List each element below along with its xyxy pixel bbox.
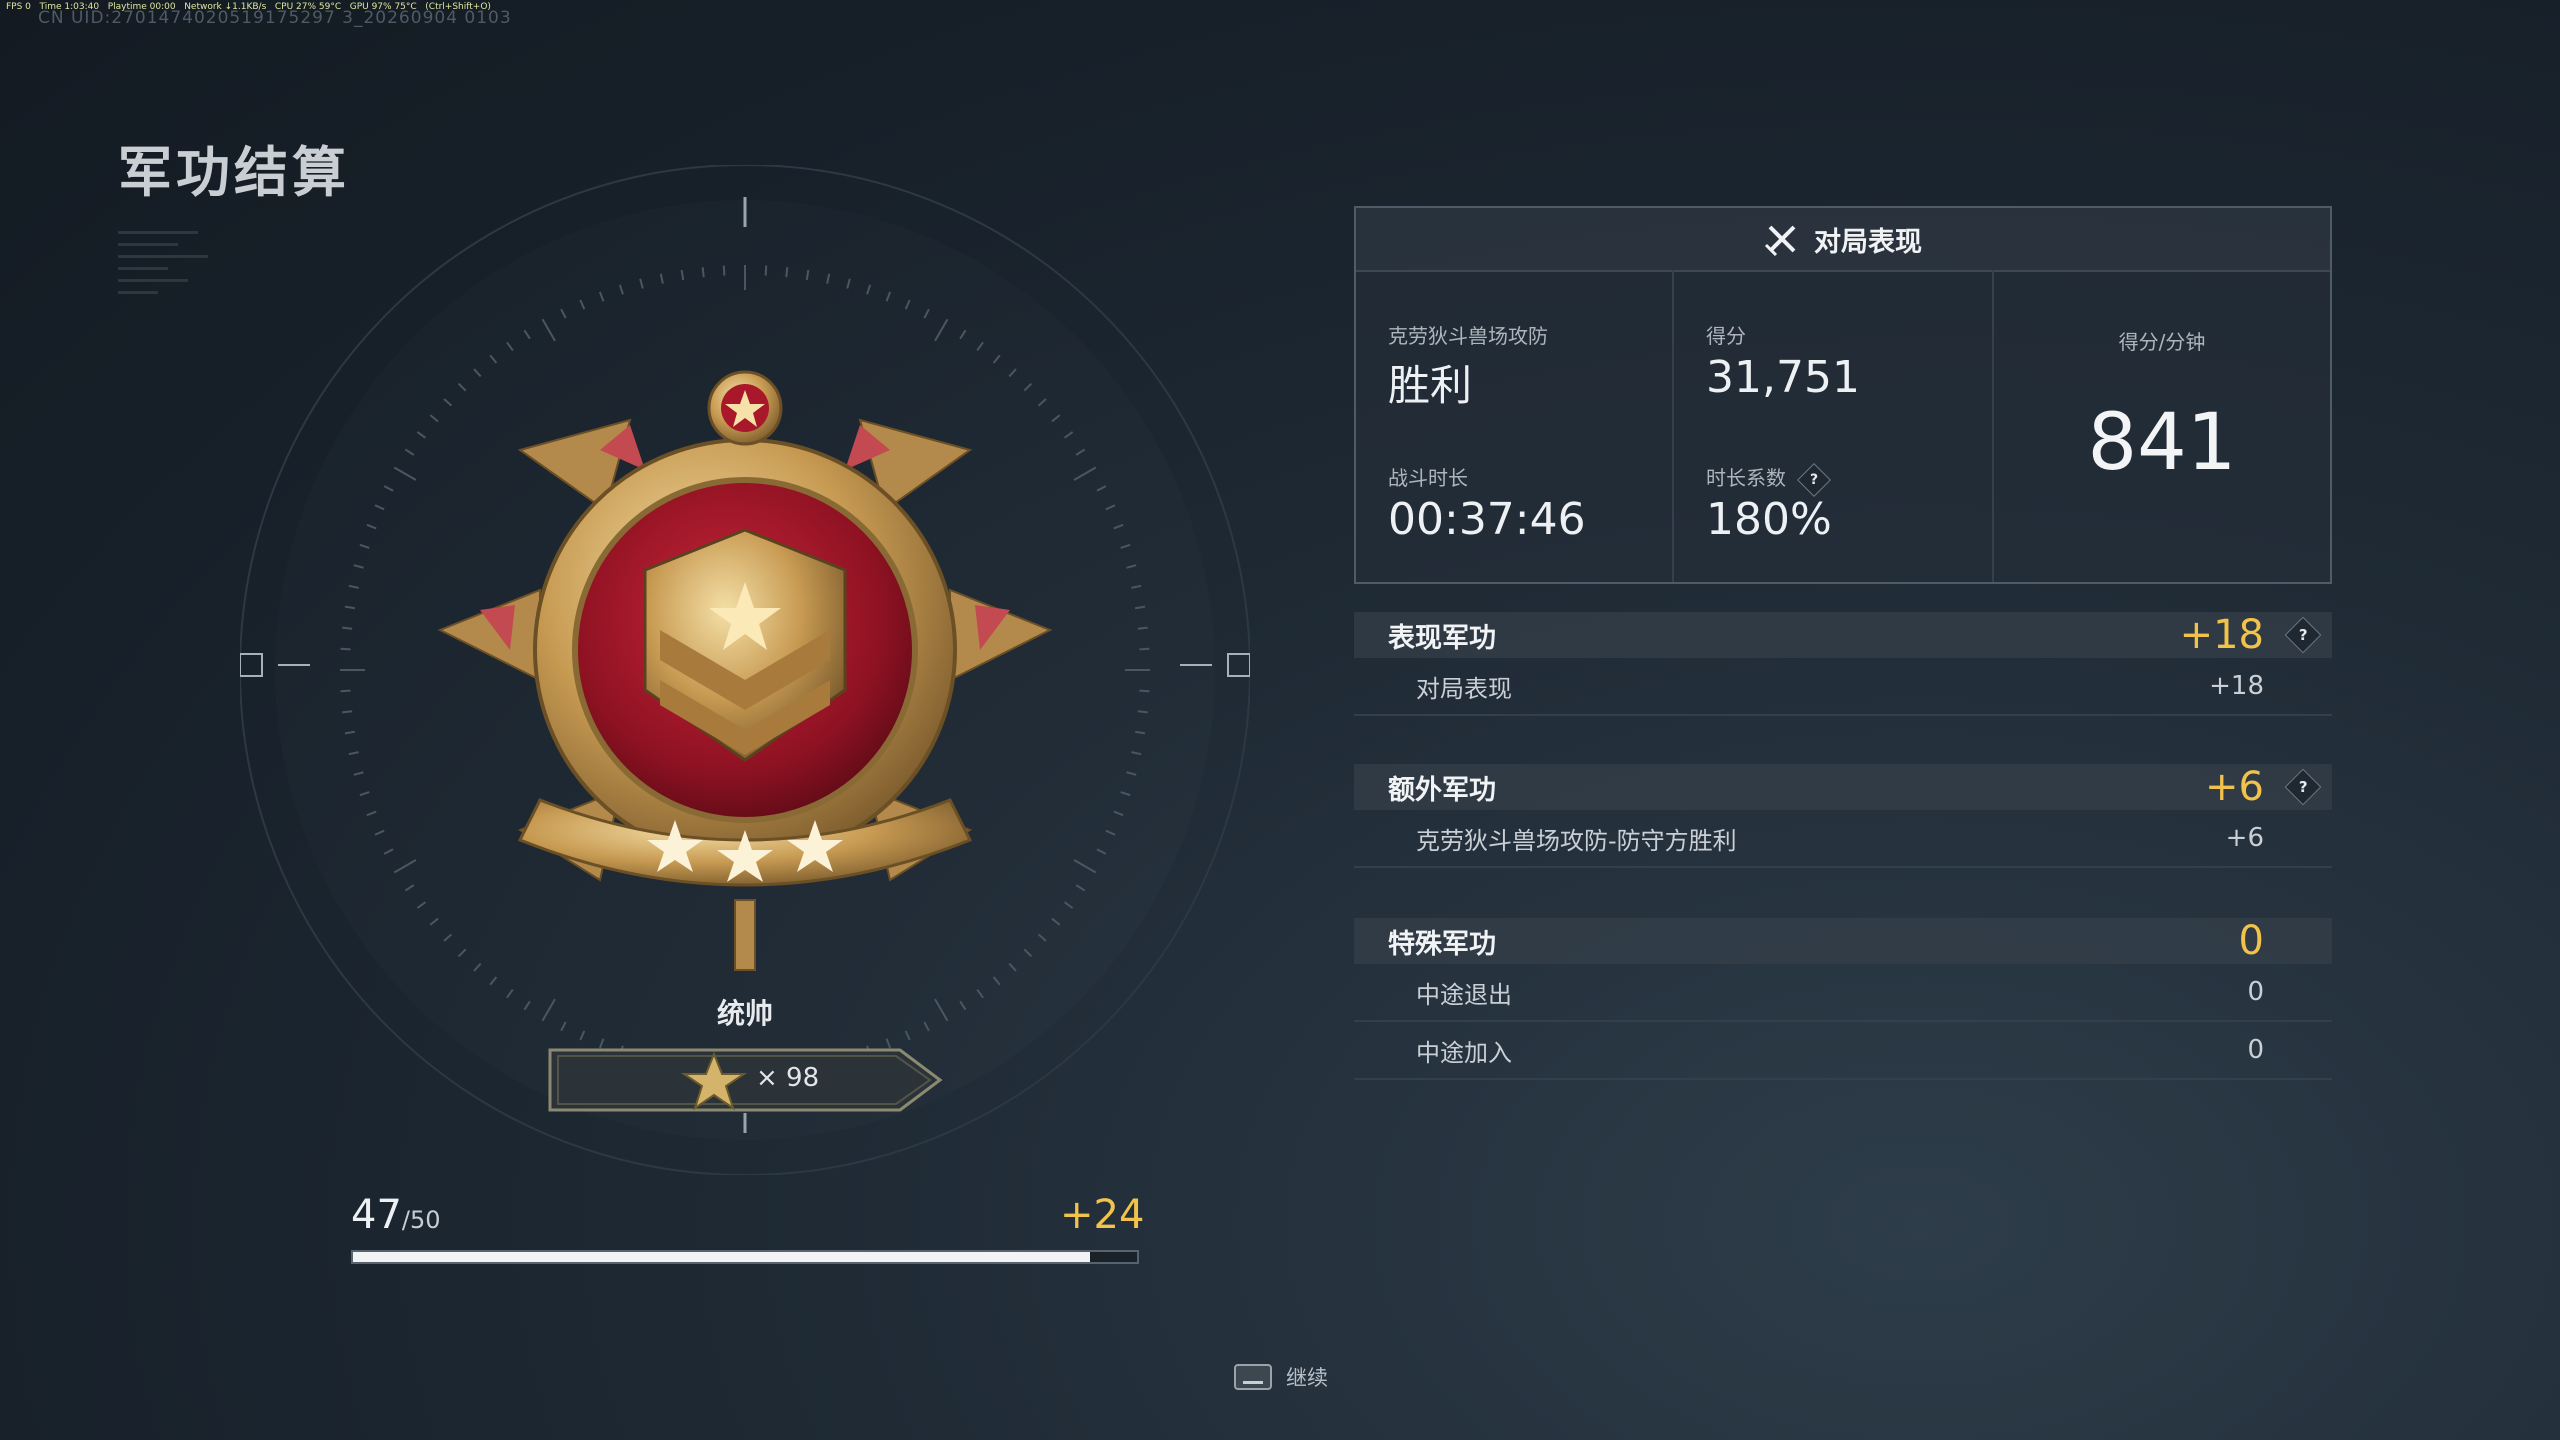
list-item: 中途退出 0 [1354, 964, 2332, 1022]
list-item: 克劳狄斗兽场攻防-防守方胜利 +6 [1354, 810, 2332, 868]
mode-column: 克劳狄斗兽场攻防 胜利 战斗时长 00:37:46 [1356, 270, 1674, 582]
score-per-minute: 841 [2087, 398, 2237, 488]
duration-multiplier: 180% [1706, 494, 1832, 545]
star-count: × 98 [756, 1063, 820, 1093]
continue-label: 继续 [1286, 1366, 1328, 1390]
list-item: 对局表现 +18 [1354, 658, 2332, 716]
ring-tick [1137, 626, 1148, 630]
ring-tick [340, 647, 351, 651]
mode-label: 克劳狄斗兽场攻防 [1388, 324, 1548, 348]
performance-merit-section: 表现军功 +18 ? 对局表现 +18 [1354, 612, 2332, 716]
section-header: 表现军功 +18 ? [1354, 612, 2332, 658]
progress-bar-fill [353, 1252, 1090, 1262]
list-item: 中途加入 0 [1354, 1022, 2332, 1080]
progress-current: 47/50 [351, 1192, 441, 1238]
item-amount: +6 [2225, 823, 2264, 853]
panel-header: 对局表现 [1356, 208, 2330, 272]
ring-tick [722, 265, 726, 276]
section-title: 特殊军功 [1388, 928, 1496, 960]
section-header: 额外军功 +6 ? [1354, 764, 2332, 810]
item-label: 中途退出 [1416, 980, 1512, 1009]
panel-title: 对局表现 [1814, 226, 1922, 258]
item-amount: 0 [2247, 977, 2264, 1007]
section-amount: +18 [2179, 612, 2264, 658]
ring-tick [701, 267, 705, 278]
fps-readout: FPS 0 [6, 2, 31, 12]
duration-label: 战斗时长 [1388, 466, 1468, 490]
help-icon[interactable]: ? [2284, 768, 2322, 806]
multiplier-label: 时长系数? [1706, 462, 1831, 497]
extra-merit-section: 额外军功 +6 ? 克劳狄斗兽场攻防-防守方胜利 +6 [1354, 764, 2332, 868]
ring-tick [785, 267, 789, 278]
ring-tick [340, 689, 351, 693]
crossed-swords-icon [1764, 225, 1796, 257]
spacebar-key-icon [1234, 1364, 1272, 1390]
ring-tick [1137, 710, 1148, 714]
match-result: 胜利 [1388, 361, 1473, 410]
star-plate [548, 1048, 943, 1112]
item-label: 克劳狄斗兽场攻防-防守方胜利 [1416, 826, 1737, 855]
faint-side-panel [118, 222, 238, 482]
section-title: 额外军功 [1388, 774, 1496, 806]
item-amount: +18 [2209, 671, 2264, 701]
score-value: 31,751 [1706, 352, 1860, 403]
help-icon[interactable]: ? [1797, 462, 1831, 497]
score-column: 得分 31,751 时长系数? 180% [1674, 270, 1994, 582]
item-amount: 0 [2247, 1035, 2264, 1065]
item-label: 对局表现 [1416, 674, 1512, 703]
section-amount: +6 [2205, 764, 2264, 810]
ring-tick [1139, 689, 1150, 693]
special-merit-section: 特殊军功 0 中途退出 0 中途加入 0 [1354, 918, 2332, 1080]
help-icon[interactable]: ? [2284, 616, 2322, 654]
ring-tick [342, 710, 353, 714]
progress-bar [351, 1250, 1139, 1264]
spm-column: 得分/分钟 841 [1994, 270, 2330, 582]
spm-label: 得分/分钟 [2118, 330, 2206, 354]
continue-button[interactable]: 继续 [1234, 1362, 1328, 1392]
match-performance-panel: 对局表现 克劳狄斗兽场攻防 胜利 战斗时长 00:37:46 得分 31,751… [1354, 206, 2332, 584]
section-amount: 0 [2238, 918, 2264, 964]
ring-tick [1139, 647, 1150, 651]
rank-medal-icon [437, 370, 1053, 971]
ring-tick [764, 265, 768, 276]
ring-tick [342, 626, 353, 630]
section-header: 特殊军功 0 [1354, 918, 2332, 964]
section-title: 表现军功 [1388, 622, 1496, 654]
item-label: 中途加入 [1416, 1038, 1512, 1067]
progress-gain: +24 [1060, 1192, 1145, 1238]
match-duration: 00:37:46 [1388, 494, 1586, 545]
score-label: 得分 [1706, 324, 1746, 348]
player-uid: CN UID:2701474020519175297 3_20260904 01… [38, 8, 512, 28]
